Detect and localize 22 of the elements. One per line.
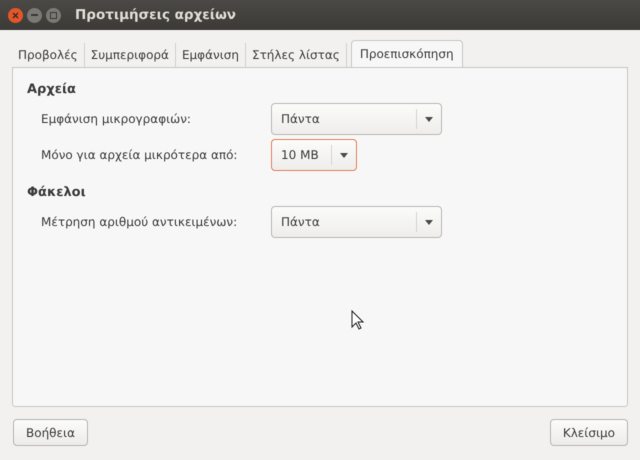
minimize-icon <box>31 14 38 16</box>
dialog-button[interactable]: Κλείσιμο <box>550 419 628 446</box>
maximize-button[interactable] <box>46 8 61 22</box>
section-heading: Φάκελοι <box>27 185 86 200</box>
section-heading: Αρχεία <box>27 82 76 97</box>
mouse-pointer-icon <box>351 310 364 330</box>
dropdown[interactable]: Πάντα <box>271 206 442 238</box>
setting-label: Μόνο για αρχεία μικρότερα από: <box>41 148 238 162</box>
dropdown-arrow-icon <box>340 152 348 158</box>
dropdown[interactable]: Πάντα <box>271 103 442 135</box>
close-button[interactable] <box>8 8 23 22</box>
window-title: Προτιμήσεις αρχείων <box>75 7 236 23</box>
minimize-button[interactable] <box>27 8 42 22</box>
dropdown-arrow-icon <box>425 220 433 224</box>
dialog-button[interactable]: Βοήθεια <box>13 419 88 446</box>
close-icon <box>12 12 19 18</box>
setting-label: Μέτρηση αριθμού αντικειμένων: <box>41 215 238 229</box>
dropdown-arrow-icon <box>425 116 433 122</box>
maximize-icon <box>50 12 57 18</box>
setting-label: Εμφάνιση μικρογραφιών: <box>41 112 192 126</box>
tab[interactable]: Προεπισκόπηση <box>350 40 463 67</box>
dropdown[interactable]: 10 MB <box>271 139 357 171</box>
